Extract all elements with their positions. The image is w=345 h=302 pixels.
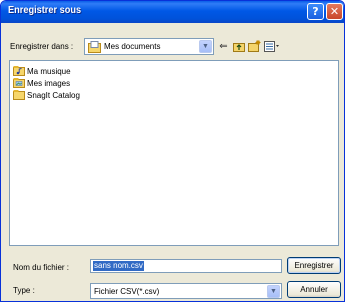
file-list[interactable]: Ma musique Mes images SnagIt Catalog — [9, 60, 339, 246]
file-name: Mes images — [27, 79, 71, 88]
list-item[interactable]: SnagIt Catalog — [13, 90, 80, 101]
file-name-value[interactable]: sans nom.csv — [93, 261, 144, 271]
chevron-down-icon[interactable]: ▼ — [199, 40, 212, 53]
file-type-label: Type : — [13, 286, 35, 295]
documents-folder-icon — [88, 41, 101, 55]
back-icon[interactable]: ⇐ — [217, 39, 230, 53]
folder-icon — [13, 89, 25, 102]
title-bar[interactable]: Enregistrer sous ? ✕ — [1, 1, 344, 23]
help-button[interactable]: ? — [307, 3, 324, 20]
file-type-value: Fichier CSV(*.csv) — [94, 287, 160, 296]
new-folder-icon[interactable] — [248, 39, 261, 53]
save-button[interactable]: Enregistrer — [287, 257, 341, 274]
up-folder-icon[interactable] — [232, 39, 245, 53]
file-name: SnagIt Catalog — [27, 91, 80, 100]
save-in-value: Mes documents — [104, 42, 161, 51]
close-button[interactable]: ✕ — [326, 3, 343, 20]
file-name: Ma musique — [27, 67, 71, 76]
file-name-label: Nom du fichier : — [13, 263, 70, 272]
file-name-field[interactable]: sans nom.csv — [90, 259, 282, 273]
cancel-button[interactable]: Annuler — [287, 281, 341, 298]
close-icon: ✕ — [329, 5, 340, 18]
list-item[interactable]: Ma musique — [13, 66, 71, 77]
view-menu-icon[interactable] — [263, 39, 280, 53]
chevron-down-icon[interactable]: ▼ — [267, 285, 280, 298]
window-title: Enregistrer sous — [8, 5, 82, 16]
save-as-dialog: Enregistrer sous ? ✕ Enregistrer dans : … — [0, 0, 345, 302]
list-item[interactable]: Mes images — [13, 78, 70, 89]
save-in-label: Enregistrer dans : — [10, 42, 74, 51]
file-type-dropdown[interactable]: Fichier CSV(*.csv) ▼ — [90, 283, 282, 299]
help-icon: ? — [312, 5, 319, 18]
save-in-dropdown[interactable]: Mes documents ▼ — [84, 38, 214, 55]
